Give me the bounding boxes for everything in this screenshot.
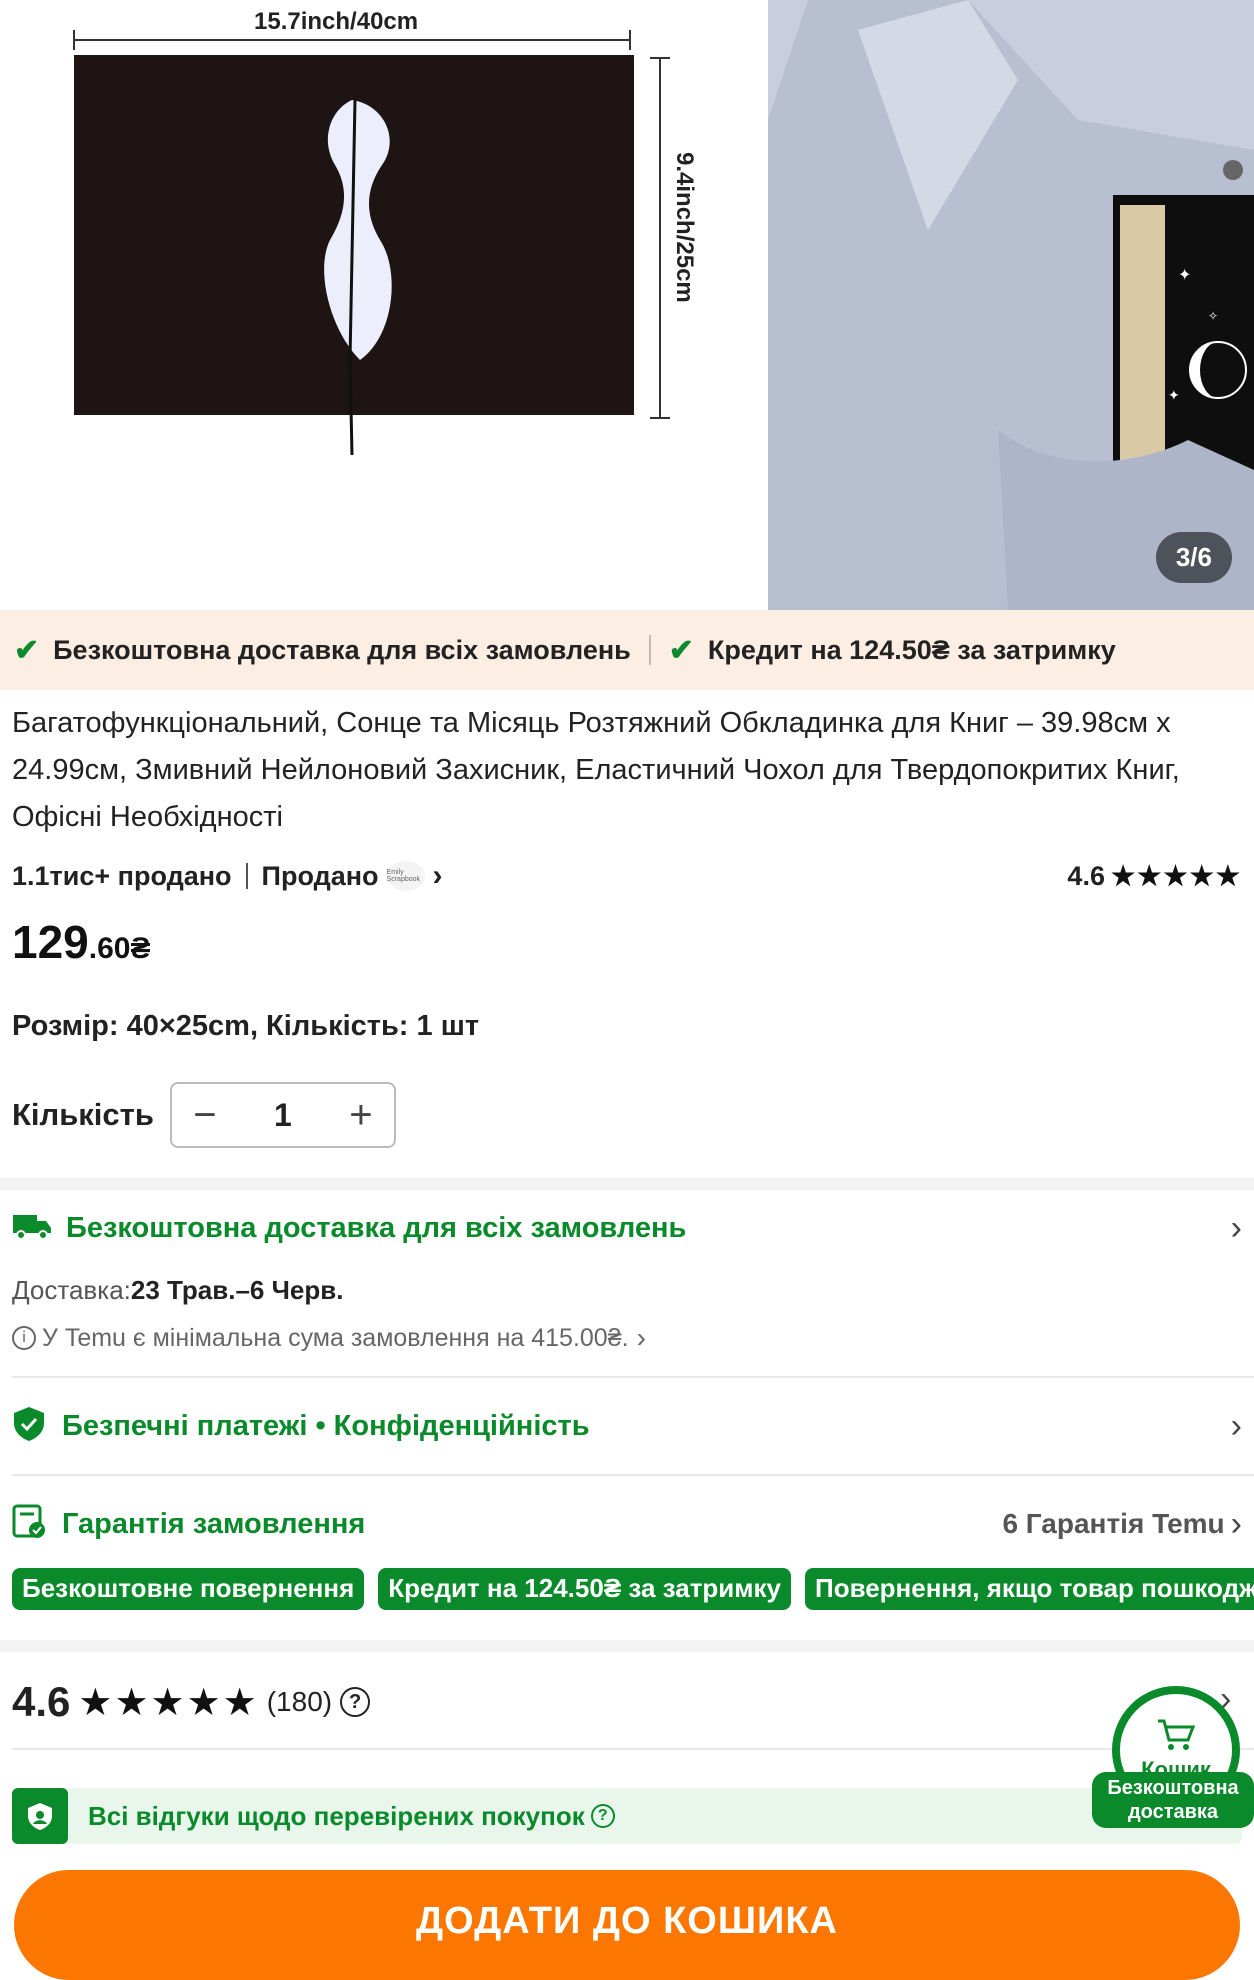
shipping-row[interactable]: Безкоштовна доставка для всіх замовлень … (12, 1208, 1242, 1248)
image-counter: 3/6 (1155, 532, 1232, 583)
reviews-count: (180) (266, 1686, 333, 1717)
delivery-label: Доставка: (12, 1274, 131, 1305)
reviews-summary[interactable]: 4.6 ★★★★★ (180) ? (12, 1678, 371, 1726)
star-rating-icon: ★★★★★ (78, 1681, 259, 1724)
shield-check-icon (12, 1406, 46, 1447)
min-order-note[interactable]: i У Temu є мінімальна сума замовлення на… (12, 1320, 1242, 1356)
height-dimension-label: 9.4inch/25cm (671, 152, 698, 303)
quantity-label: Кількість (12, 1097, 154, 1132)
free-shipping-promo: Безкоштовна доставка для всіх замовлень (53, 634, 631, 665)
guarantee-title: Гарантія замовлення (62, 1507, 366, 1540)
quantity-value[interactable]: 1 (274, 1097, 292, 1134)
add-to-cart-button[interactable]: ДОДАТИ ДО КОШИКА (14, 1870, 1240, 1980)
price-fraction: .60₴ (88, 932, 151, 965)
price: 129.60₴ (12, 915, 150, 969)
selected-variant[interactable]: Розмір: 40×25cm, Кількість: 1 шт (12, 1010, 479, 1043)
sold-by-link[interactable]: Продано Emily Scrapbook › (262, 859, 443, 893)
svg-text:✦: ✦ (1168, 388, 1180, 404)
check-icon: ✔ (668, 633, 694, 667)
truck-icon (12, 1211, 52, 1246)
divider (12, 1748, 1254, 1750)
secure-payments-row[interactable]: Безпечні платежі • Конфіденційність › (12, 1404, 1242, 1448)
help-icon[interactable]: ? (590, 1804, 615, 1828)
price-main: 129 (12, 916, 89, 968)
chevron-right-icon: › (1230, 1208, 1242, 1247)
divider (12, 1474, 1254, 1476)
svg-text:✧: ✧ (1208, 309, 1218, 323)
guarantee-tag[interactable]: Повернення, якщо товар пошкоджено (805, 1568, 1254, 1610)
guarantee-count: 6 Гарантія Temu (1002, 1508, 1225, 1539)
guarantee-icon (12, 1504, 46, 1545)
divider (12, 1376, 1254, 1378)
product-image-dimensions[interactable]: 15.7inch/40cm 9.4inch/25cm (0, 0, 768, 610)
meta-separator (245, 863, 248, 889)
guarantee-tag[interactable]: Кредит на 124.50₴ за затримку (378, 1568, 791, 1610)
promo-separator (648, 635, 651, 665)
credit-promo: Кредит на 124.50₴ за затримку (707, 634, 1116, 665)
seller-logo: Emily Scrapbook (386, 861, 425, 891)
info-icon: i (12, 1326, 36, 1350)
sales-meta: 1.1тис+ продано Продано Emily Scrapbook … (12, 856, 1242, 896)
verified-text: Всі відгуки щодо перевірених покупок (88, 1800, 585, 1831)
chevron-right-icon: › (432, 859, 443, 892)
chevron-right-icon: › (1230, 1504, 1242, 1543)
sold-by-label: Продано (261, 860, 379, 891)
svg-text:✦: ✦ (1178, 265, 1191, 284)
reviews-rating: 4.6 (12, 1678, 71, 1725)
order-guarantee-row[interactable]: Гарантія замовлення 6 Гарантія Temu › (12, 1502, 1242, 1546)
product-gallery[interactable]: 15.7inch/40cm 9.4inch/25cm ✦ ✧ ✦ 3/6 (0, 0, 1254, 610)
verified-reviews-banner[interactable]: Всі відгуки щодо перевірених покупок ? (12, 1788, 1242, 1844)
width-dimension-label: 15.7inch/40cm (254, 8, 419, 35)
book-cover-illustration (73, 30, 670, 456)
promo-strip: ✔ Безкоштовна доставка для всіх замовлен… (0, 610, 1254, 690)
guarantee-tag[interactable]: Безкоштовне повернення (12, 1568, 365, 1610)
product-image-model[interactable]: ✦ ✧ ✦ 3/6 (768, 0, 1254, 610)
verified-lock-icon (12, 1788, 68, 1844)
star-rating-icon: ★★★★★ (1110, 860, 1242, 891)
check-icon: ✔ (14, 633, 40, 667)
chevron-right-icon: › (636, 1322, 646, 1353)
section-divider (0, 1640, 1254, 1652)
security-title: Безпечні платежі • Конфіденційність (62, 1409, 590, 1442)
model-photo: ✦ ✧ ✦ (768, 0, 1254, 610)
help-icon[interactable]: ? (340, 1687, 371, 1717)
sold-count: 1.1тис+ продано (12, 860, 232, 891)
guarantee-tags: Безкоштовне повернення Кредит на 124.50₴… (12, 1568, 1254, 1610)
delivery-value: 23 Трав.–6 Черв. (130, 1274, 344, 1305)
free-shipping-badge: Безкоштовна доставка (1092, 1772, 1254, 1828)
shipping-title: Безкоштовна доставка для всіх замовлень (66, 1211, 687, 1244)
decrease-button[interactable]: − (172, 1093, 238, 1138)
rating-summary[interactable]: 4.6 ★★★★★ (1067, 861, 1242, 892)
product-title: Багатофункціональний, Сонце та Місяць Ро… (12, 707, 1180, 833)
quantity-stepper: − 1 + (169, 1082, 396, 1148)
cart-icon (1156, 1718, 1196, 1757)
quantity-row: Кількість − 1 + (12, 1082, 396, 1148)
min-order-text: У Temu є мінімальна сума замовлення на 4… (42, 1323, 629, 1352)
section-divider (0, 1178, 1254, 1190)
increase-button[interactable]: + (328, 1093, 394, 1138)
delivery-dates: Доставка: 23 Трав.–6 Черв. (12, 1272, 1242, 1308)
rating-value: 4.6 (1067, 860, 1105, 891)
chevron-right-icon: › (1230, 1406, 1242, 1445)
